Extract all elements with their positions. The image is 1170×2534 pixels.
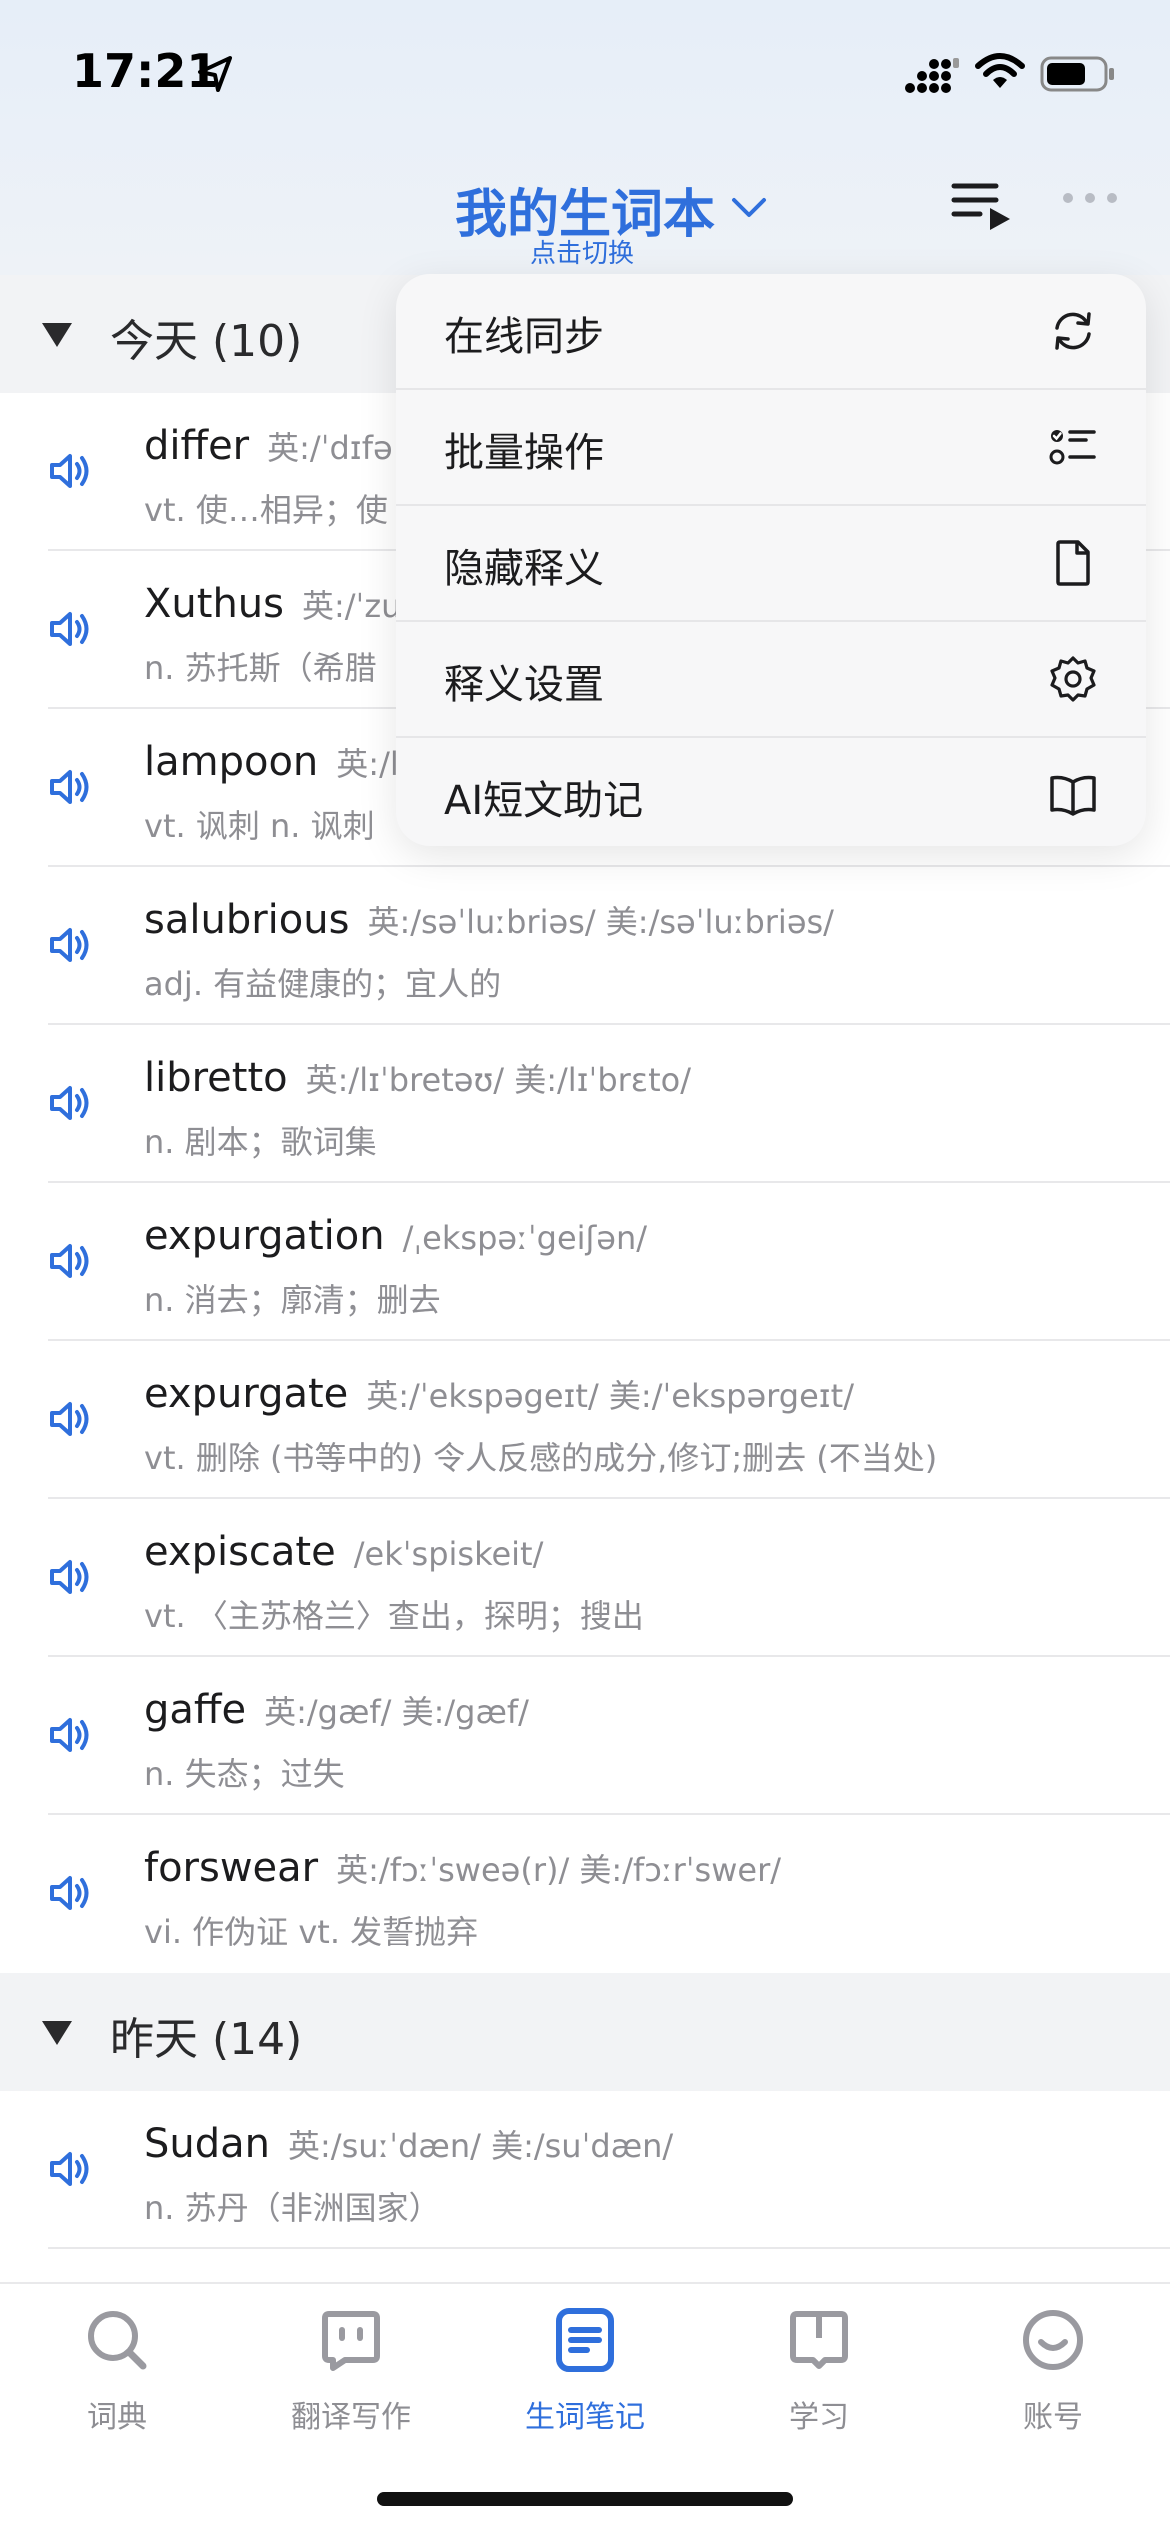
word-text: Xuthus bbox=[144, 581, 284, 627]
group-label: 昨天 (14) bbox=[110, 2014, 303, 2065]
book-icon bbox=[790, 2311, 848, 2369]
book-icon bbox=[1050, 775, 1096, 816]
speaker-icon[interactable] bbox=[48, 1083, 92, 1123]
more-menu-dropdown: 在线同步 批量操作 隐藏释义 释义设置 AI短文助记 bbox=[396, 274, 1146, 846]
word-phonetic: 英:/ˈekspəgeɪt/ 美:/ˈekspərgeɪt/ bbox=[366, 1377, 854, 1415]
speaker-icon[interactable] bbox=[48, 1873, 92, 1913]
tab-account[interactable]: 账号 bbox=[936, 2284, 1170, 2464]
menu-item-label: AI短文助记 bbox=[444, 778, 644, 824]
word-text: lampoon bbox=[144, 739, 319, 785]
search-icon bbox=[88, 2311, 147, 2370]
location-arrow-icon bbox=[198, 56, 232, 92]
tab-translate[interactable]: 翻译写作 bbox=[234, 2284, 468, 2464]
word-text: differ bbox=[144, 423, 250, 469]
triangle-down-icon bbox=[42, 2021, 72, 2045]
tab-label: 生词笔记 bbox=[525, 2400, 645, 2435]
word-definition: n. 失态；过失 bbox=[144, 1755, 345, 1793]
chevron-down-icon[interactable] bbox=[730, 196, 768, 220]
word-definition: n. 苏托斯（希腊 bbox=[144, 649, 377, 687]
word-definition: n. 消去；廓清；删去 bbox=[144, 1281, 441, 1319]
group-header-yesterday[interactable]: 昨天 (14) bbox=[0, 1973, 1170, 2091]
word-text: expiscate bbox=[144, 1529, 336, 1575]
tab-label: 翻译写作 bbox=[291, 2400, 411, 2435]
group-label: 今天 (10) bbox=[110, 316, 303, 367]
word-text: libretto bbox=[144, 1055, 288, 1101]
speaker-icon[interactable] bbox=[48, 1715, 92, 1755]
menu-item-sync[interactable]: 在线同步 bbox=[396, 274, 1146, 390]
word-definition: vt. 讽刺 n. 讽刺 bbox=[144, 807, 375, 845]
word-row[interactable]: expiscate/ekˈspiskeit/ vt. 〈主苏格兰〉查出，探明；搜… bbox=[0, 1499, 1170, 1657]
menu-item-hide-definition[interactable]: 隐藏释义 bbox=[396, 506, 1146, 622]
word-definition: adj. 有益健康的；宜人的 bbox=[144, 965, 502, 1003]
word-definition: vt. 使…相异；使 bbox=[144, 491, 388, 529]
word-definition: n. 苏丹（非洲国家） bbox=[144, 2189, 441, 2227]
speaker-icon[interactable] bbox=[48, 767, 92, 807]
menu-item-label: 批量操作 bbox=[444, 430, 604, 476]
menu-item-label: 释义设置 bbox=[444, 662, 604, 708]
switch-hint[interactable]: 点击切换 bbox=[530, 233, 634, 270]
word-phonetic: 英:/suːˈdæn/ 美:/suˈdæn/ bbox=[288, 2127, 674, 2165]
speaker-icon[interactable] bbox=[48, 1557, 92, 1597]
word-phonetic: 英:/lɪˈbretəʊ/ 美:/lɪˈbrɛto/ bbox=[305, 1061, 692, 1099]
word-definition: n. 剧本；歌词集 bbox=[144, 1123, 377, 1161]
translate-icon bbox=[322, 2311, 380, 2371]
word-text: expurgation bbox=[144, 1213, 385, 1259]
speaker-icon[interactable] bbox=[48, 1241, 92, 1281]
menu-item-definition-settings[interactable]: 释义设置 bbox=[396, 622, 1146, 738]
word-phonetic: 英:/fɔːˈsweə(r)/ 美:/fɔːrˈswer/ bbox=[336, 1851, 782, 1889]
word-definition: vi. 作伪证 vt. 发誓抛弃 bbox=[144, 1913, 479, 1951]
word-row[interactable]: gaffe 英:/gæf/ 美:/gæf/ n. 失态；过失 bbox=[0, 1657, 1170, 1815]
menu-item-ai-mnemonic[interactable]: AI短文助记 bbox=[396, 738, 1146, 846]
triangle-down-icon bbox=[42, 323, 72, 347]
word-text: forswear bbox=[144, 1845, 319, 1891]
word-row[interactable]: forswear 英:/fɔːˈsweə(r)/ 美:/fɔːrˈswer/ vi… bbox=[0, 1815, 1170, 1973]
checklist-icon bbox=[1049, 430, 1096, 465]
more-icon[interactable] bbox=[1060, 190, 1120, 206]
battery-icon bbox=[1040, 56, 1114, 92]
sync-icon bbox=[1055, 312, 1091, 350]
menu-item-batch[interactable]: 批量操作 bbox=[396, 390, 1146, 506]
word-text: expurgate bbox=[144, 1371, 349, 1417]
word-phonetic: 英:/ˈzu bbox=[301, 587, 402, 625]
speaker-icon[interactable] bbox=[48, 1399, 92, 1439]
playlist-play-icon[interactable] bbox=[950, 180, 1014, 230]
cellular-signal-icon bbox=[905, 58, 959, 93]
speaker-icon[interactable] bbox=[48, 609, 92, 649]
word-row[interactable]: Sudan 英:/suːˈdæn/ 美:/suˈdæn/ n. 苏丹（非洲国家） bbox=[0, 2091, 1170, 2249]
gear-icon bbox=[1050, 656, 1096, 702]
word-phonetic: 英:/l bbox=[336, 745, 399, 783]
home-indicator bbox=[377, 2492, 793, 2506]
word-definition: vt. 〈主苏格兰〉查出，探明；搜出 bbox=[144, 1597, 644, 1635]
word-row[interactable]: libretto 英:/lɪˈbretəʊ/ 美:/lɪˈbrɛto/ n. 剧本… bbox=[0, 1025, 1170, 1183]
speaker-icon[interactable] bbox=[48, 451, 92, 491]
word-row[interactable]: expurgate 英:/ˈekspəgeɪt/ 美:/ˈekspərgeɪt/ … bbox=[0, 1341, 1170, 1499]
notebook-icon bbox=[556, 2308, 614, 2372]
word-phonetic: 英:/gæf/ 美:/gæf/ bbox=[264, 1693, 529, 1731]
word-phonetic: 英:/səˈluːbriəs/ 美:/səˈluːbriəs/ bbox=[367, 903, 834, 941]
tab-label: 账号 bbox=[1023, 2400, 1083, 2435]
menu-item-label: 隐藏释义 bbox=[444, 546, 604, 592]
divider bbox=[48, 2247, 1170, 2249]
tab-wordbook[interactable]: 生词笔记 bbox=[468, 2284, 702, 2464]
word-text: Sudan bbox=[144, 2121, 270, 2167]
word-phonetic: 英:/ˈdɪfə bbox=[267, 429, 393, 467]
smiley-icon bbox=[1023, 2310, 1083, 2370]
tab-study[interactable]: 学习 bbox=[702, 2284, 936, 2464]
wifi-icon bbox=[975, 53, 1025, 88]
speaker-icon[interactable] bbox=[48, 925, 92, 965]
tab-dictionary[interactable]: 词典 bbox=[0, 2284, 234, 2464]
speaker-icon[interactable] bbox=[48, 2149, 92, 2189]
word-phonetic: /ekˈspiskeit/ bbox=[353, 1535, 544, 1573]
tab-label: 词典 bbox=[87, 2400, 147, 2435]
word-text: salubrious bbox=[144, 897, 350, 943]
word-row[interactable]: expurgation/ˌekspəːˈgeiʃən/ n. 消去；廓清；删去 bbox=[0, 1183, 1170, 1341]
tab-label: 学习 bbox=[789, 2400, 849, 2435]
word-phonetic: /ˌekspəːˈgeiʃən/ bbox=[402, 1219, 648, 1257]
menu-item-label: 在线同步 bbox=[444, 314, 604, 360]
word-definition: vt. 删除 (书等中的) 令人反感的成分,修订;删去 (不当处) bbox=[144, 1439, 938, 1477]
word-text: gaffe bbox=[144, 1687, 247, 1733]
word-row[interactable]: salubrious 英:/səˈluːbriəs/ 美:/səˈluːbriəs… bbox=[0, 867, 1170, 1025]
document-icon bbox=[1056, 540, 1090, 586]
